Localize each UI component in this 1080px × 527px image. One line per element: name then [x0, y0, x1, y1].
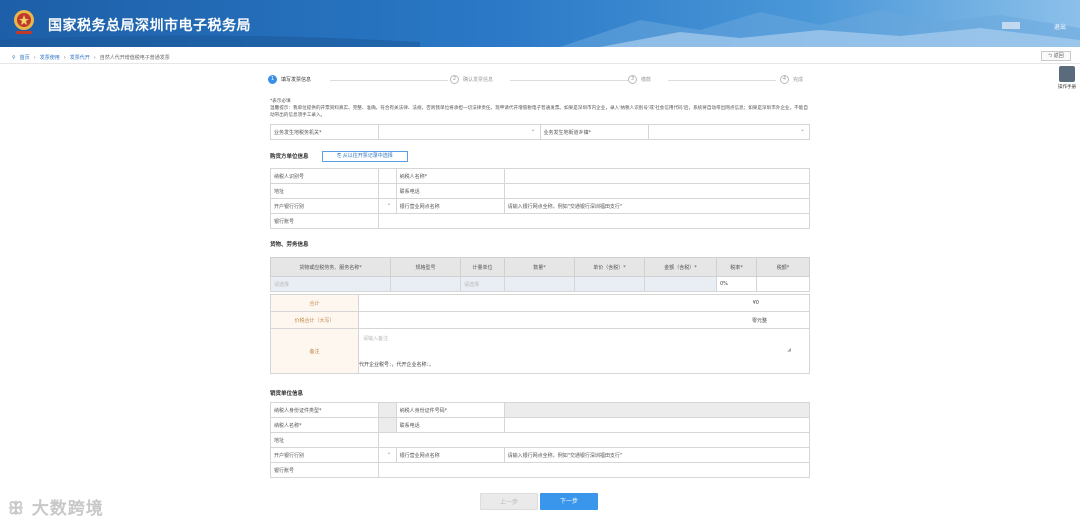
top-header: 国家税务总局深圳市电子税务局 退出: [0, 0, 1080, 47]
seller-table: 纳税人身份证件类型* 纳税人身份证件号码* 纳税人名称* 联系电话 地址 开户银…: [270, 402, 811, 478]
manual-button[interactable]: 操作手册: [1058, 66, 1076, 90]
buyer-branch-label: 银行营业网点名称: [395, 198, 505, 214]
goods-section-title: 货物、劳务信息: [270, 242, 309, 248]
step-line: [330, 80, 448, 81]
seller-phone-input[interactable]: [503, 417, 811, 433]
tax-emblem-icon: [14, 10, 34, 34]
seller-idno-label: 纳税人身份证件号码*: [395, 402, 505, 418]
summary-table: 合计 ¥0 价税合计（大写） 零元整 备注 请输入备注 代开企业税号：，代开企业…: [270, 294, 810, 374]
book-icon: [1059, 66, 1075, 82]
street-label: 业务发生地街道乡镇*: [539, 124, 649, 140]
total-tax-label: 价税合计（大写）: [270, 311, 359, 329]
watermark-icon: ꕥ: [8, 499, 25, 519]
goods-spec-input[interactable]: [390, 276, 461, 292]
buyer-branch-input[interactable]: 请输入银行网点全称，例如"交通银行深圳福田支行": [503, 198, 811, 214]
seller-address-input[interactable]: [378, 432, 810, 448]
goods-header: 数量*: [504, 257, 575, 277]
seller-bank-label: 开户银行行别: [270, 447, 379, 463]
step-4: 4 完成: [780, 75, 803, 84]
back-arrow-icon: ⮌: [1048, 53, 1053, 59]
seller-account-label: 银行账号: [270, 462, 379, 478]
buyer-bank-label: 开户银行行别: [270, 198, 379, 214]
goods-header: 税率*: [716, 257, 757, 277]
seller-idtype-label: 纳税人身份证件类型*: [270, 402, 379, 418]
step-indicator: 1 填写发票信息 2 确认发票信息 3 缴款 4 完成: [268, 75, 812, 87]
goods-header: 金额（含税）*: [644, 257, 717, 277]
remark-input[interactable]: 请输入备注: [363, 335, 388, 342]
buyer-account-input[interactable]: [378, 213, 810, 229]
notice-text: *表示必填 温馨提示：我单位提供的开票资料真实、完整、准确，符合有关法律、法规，…: [270, 99, 808, 118]
site-title: 国家税务总局深圳市电子税务局: [48, 18, 251, 34]
seller-phone-label: 联系电话: [395, 417, 505, 433]
office-label: 业务发生地税务机关*: [270, 124, 379, 140]
seller-name-label: 纳税人名称*: [270, 417, 379, 433]
seller-branch-label: 银行营业网点名称: [395, 447, 505, 463]
goods-unit-select[interactable]: 请选择: [460, 276, 505, 292]
step-2: 2 确认发票信息: [450, 75, 493, 84]
goods-name-select[interactable]: 请选择: [270, 276, 391, 292]
location-icon: ⚲: [12, 54, 16, 61]
buyer-phone-input[interactable]: [503, 183, 811, 199]
goods-header: 货物或应税劳务、服务名称*: [270, 257, 391, 277]
total-label: 合计: [270, 294, 359, 312]
prev-step-button[interactable]: 上一步: [480, 493, 538, 510]
breadcrumb-invoice-use[interactable]: 发票使用: [40, 54, 60, 61]
goods-price-input[interactable]: [574, 276, 645, 292]
seller-bank-select[interactable]: [378, 447, 397, 463]
seller-account-input[interactable]: [378, 462, 810, 478]
buyer-bank-select[interactable]: [378, 198, 397, 214]
office-table: 业务发生地税务机关* 业务发生地街道乡镇*: [270, 124, 810, 140]
total-value: ¥0: [358, 294, 810, 312]
goods-header: 规格型号: [390, 257, 461, 277]
buyer-taxid-input[interactable]: [378, 168, 397, 184]
copy-icon: ⎘: [337, 153, 342, 159]
buyer-name-label: 纳税人名称*: [395, 168, 505, 184]
total-tax-value: 零元整: [358, 311, 810, 329]
goods-table: 货物或应税劳务、服务名称* 规格型号 计量单位 数量* 单价（含税）* 金额（含…: [270, 257, 810, 292]
step-3: 3 缴款: [628, 75, 651, 84]
breadcrumb-home[interactable]: 首页: [20, 54, 30, 61]
goods-header: 计量单位: [460, 257, 505, 277]
seller-branch-input[interactable]: 请输入银行网点全称，例如"交通银行深圳福田支行": [503, 447, 811, 463]
buyer-taxid-label: 纳税人识别号: [270, 168, 379, 184]
next-step-button[interactable]: 下一步: [540, 493, 598, 510]
header-divider: [0, 63, 1080, 64]
import-history-button[interactable]: ⎘ 从以往开票记录中选择: [322, 151, 408, 162]
breadcrumb: ⚲ 首页 › 发票使用 › 发票代开 › 自然人代开增值税电子普通发票: [12, 54, 170, 62]
seller-section-title: 销货单位信息: [270, 391, 304, 397]
goods-tax-value: [756, 276, 810, 292]
buyer-phone-label: 联系电话: [395, 183, 505, 199]
seller-name-value: [378, 417, 397, 433]
back-button[interactable]: ⮌ 返回: [1041, 51, 1071, 61]
step-line: [510, 80, 628, 81]
seller-idno-value: [503, 402, 811, 418]
step-line: [668, 80, 776, 81]
resize-handle-icon[interactable]: ◢: [787, 347, 791, 353]
goods-qty-input[interactable]: [504, 276, 575, 292]
street-select[interactable]: [647, 124, 810, 140]
buyer-address-input[interactable]: [378, 183, 397, 199]
goods-header: 税额*: [756, 257, 810, 277]
buyer-name-input[interactable]: [503, 168, 811, 184]
goods-rate-select[interactable]: 0%: [716, 276, 757, 292]
tax-office-select[interactable]: [378, 124, 541, 140]
user-name[interactable]: [1002, 22, 1020, 29]
goods-amount-input[interactable]: [644, 276, 717, 292]
logout-link[interactable]: 退出: [1054, 22, 1066, 31]
seller-idtype-value: [378, 402, 397, 418]
buyer-address-label: 地址: [270, 183, 379, 199]
buyer-account-label: 银行账号: [270, 213, 379, 229]
remark-cell: 请输入备注 代开企业税号：，代开企业名称：。 ◢: [358, 328, 810, 374]
remark-label: 备注: [270, 328, 359, 374]
buyer-table: 纳税人识别号 纳税人名称* 地址 联系电话 开户银行行别 银行营业网点名称 请输…: [270, 168, 811, 229]
seller-address-label: 地址: [270, 432, 379, 448]
step-1: 1 填写发票信息: [268, 75, 311, 84]
remark-text: 代开企业税号：，代开企业名称：。: [359, 362, 435, 368]
watermark-logo: ꕥ 大数跨境: [8, 499, 104, 519]
breadcrumb-current: 自然人代开增值税电子普通发票: [99, 55, 170, 61]
buyer-section-title: 购货方单位信息: [270, 154, 309, 160]
breadcrumb-invoice-agent[interactable]: 发票代开: [70, 54, 90, 61]
goods-header: 单价（含税）*: [574, 257, 645, 277]
